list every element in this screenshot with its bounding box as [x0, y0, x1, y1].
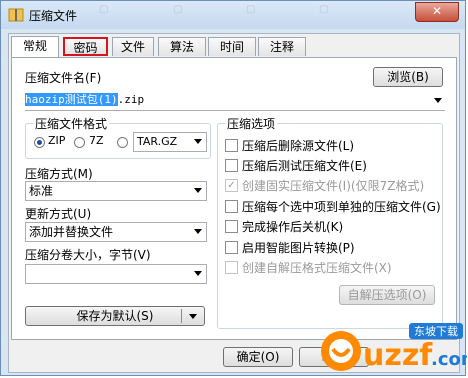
chevron-down-icon — [194, 139, 202, 144]
option-test-archive-label: 压缩后测试压缩文件(E) — [242, 159, 367, 173]
archive-app-icon — [8, 8, 24, 22]
archive-name-extension: .zip — [117, 93, 145, 106]
background-icon: ▢ — [99, 4, 109, 15]
option-checkbox[interactable] — [225, 200, 238, 213]
option-checkbox[interactable] — [225, 159, 238, 172]
close-icon: ✕ — [431, 4, 443, 18]
browse-button[interactable]: 浏览(B) — [373, 67, 443, 87]
background-icon: ▢ — [319, 4, 329, 15]
option-solid-archive-label: 创建固实压缩文件(I)(仅限7Z格式) — [242, 179, 425, 193]
method-value: 标准 — [29, 184, 54, 198]
update-mode-label: 更新方式(U) — [25, 207, 92, 221]
chevron-down-icon[interactable] — [434, 98, 442, 103]
update-mode-dropdown[interactable]: 添加并替换文件 — [25, 222, 207, 242]
option-separate-archives-label: 压缩每个选中项到单独的压缩文件(G) — [242, 200, 441, 214]
option-checkbox-checked[interactable]: ✓ — [225, 179, 238, 192]
archive-name-label: 压缩文件名(F) — [25, 71, 102, 85]
split-divider — [181, 309, 182, 323]
title-bar[interactable]: 压缩文件 ▢ ▢ ▢ ▢ ✕ — [1, 1, 465, 29]
tab-files[interactable]: 文件 — [112, 37, 154, 56]
option-checkbox[interactable] — [225, 220, 238, 233]
tab-comment[interactable]: 注释 — [258, 37, 306, 56]
tab-time[interactable]: 时间 — [208, 37, 256, 56]
watermark-brand: uzzf — [363, 338, 433, 373]
uzzf-watermark-logo: 东坡下载 uzzf .com — [321, 323, 467, 373]
format-other-radio[interactable] — [117, 137, 128, 148]
chevron-down-icon — [194, 271, 202, 276]
tab-general[interactable]: 常规 — [11, 36, 59, 57]
split-size-label: 压缩分卷大小，字节(V) — [25, 248, 151, 262]
split-size-combo[interactable] — [25, 264, 207, 284]
format-dropdown[interactable]: TAR.GZ — [133, 132, 207, 152]
chevron-down-icon[interactable] — [189, 314, 197, 319]
method-dropdown[interactable]: 标准 — [25, 181, 207, 201]
option-sfx-label: 创建自解压格式压缩文件(X) — [242, 261, 392, 275]
watermark-tag: 东坡下载 — [414, 325, 458, 338]
archive-name-input[interactable]: haozip测试包(1).zip — [25, 91, 445, 111]
sfx-options-button[interactable]: 自解压选项(O) — [339, 285, 435, 305]
archive-name-selected-text: haozip测试包(1) — [25, 93, 118, 106]
update-mode-value: 添加并替换文件 — [29, 225, 114, 239]
ok-button[interactable]: 确定(O) — [223, 347, 293, 367]
background-icon: ▢ — [173, 4, 183, 15]
method-label: 压缩方式(M) — [25, 167, 93, 181]
options-group-title: 压缩选项 — [225, 115, 278, 132]
tab-algorithm[interactable]: 算法 — [158, 37, 206, 56]
format-7z-label: 7Z — [89, 134, 104, 147]
format-zip-label: ZIP — [48, 134, 66, 147]
watermark-domain: .com — [431, 349, 467, 370]
format-zip-radio[interactable] — [34, 137, 45, 148]
background-icon: ▢ — [246, 4, 256, 15]
check-icon: ✓ — [227, 180, 236, 191]
option-checkbox[interactable] — [225, 139, 238, 152]
option-checkbox[interactable] — [225, 261, 238, 274]
compress-dialog: 压缩文件 ▢ ▢ ▢ ▢ ✕ 常规 密码 文件 算法 时间 注释 压缩文件名(F… — [0, 0, 467, 376]
save-as-default-button[interactable]: 保存为默认(S) — [25, 306, 205, 326]
option-shutdown-label: 完成操作后关机(K) — [242, 220, 344, 234]
window-title: 压缩文件 — [29, 9, 78, 23]
option-delete-source-label: 压缩后删除源文件(L) — [242, 139, 355, 153]
tab-password[interactable]: 密码 — [63, 37, 108, 56]
option-checkbox[interactable] — [225, 241, 238, 254]
format-dropdown-value: TAR.GZ — [137, 135, 178, 148]
close-button[interactable]: ✕ — [415, 2, 459, 22]
format-group-title: 压缩文件格式 — [33, 115, 110, 132]
format-7z-radio[interactable] — [74, 137, 85, 148]
chevron-down-icon — [194, 188, 202, 193]
chevron-down-icon — [194, 229, 202, 234]
option-smart-image-label: 启用智能图片转换(P) — [242, 241, 355, 255]
save-as-default-label: 保存为默认(S) — [76, 309, 154, 323]
